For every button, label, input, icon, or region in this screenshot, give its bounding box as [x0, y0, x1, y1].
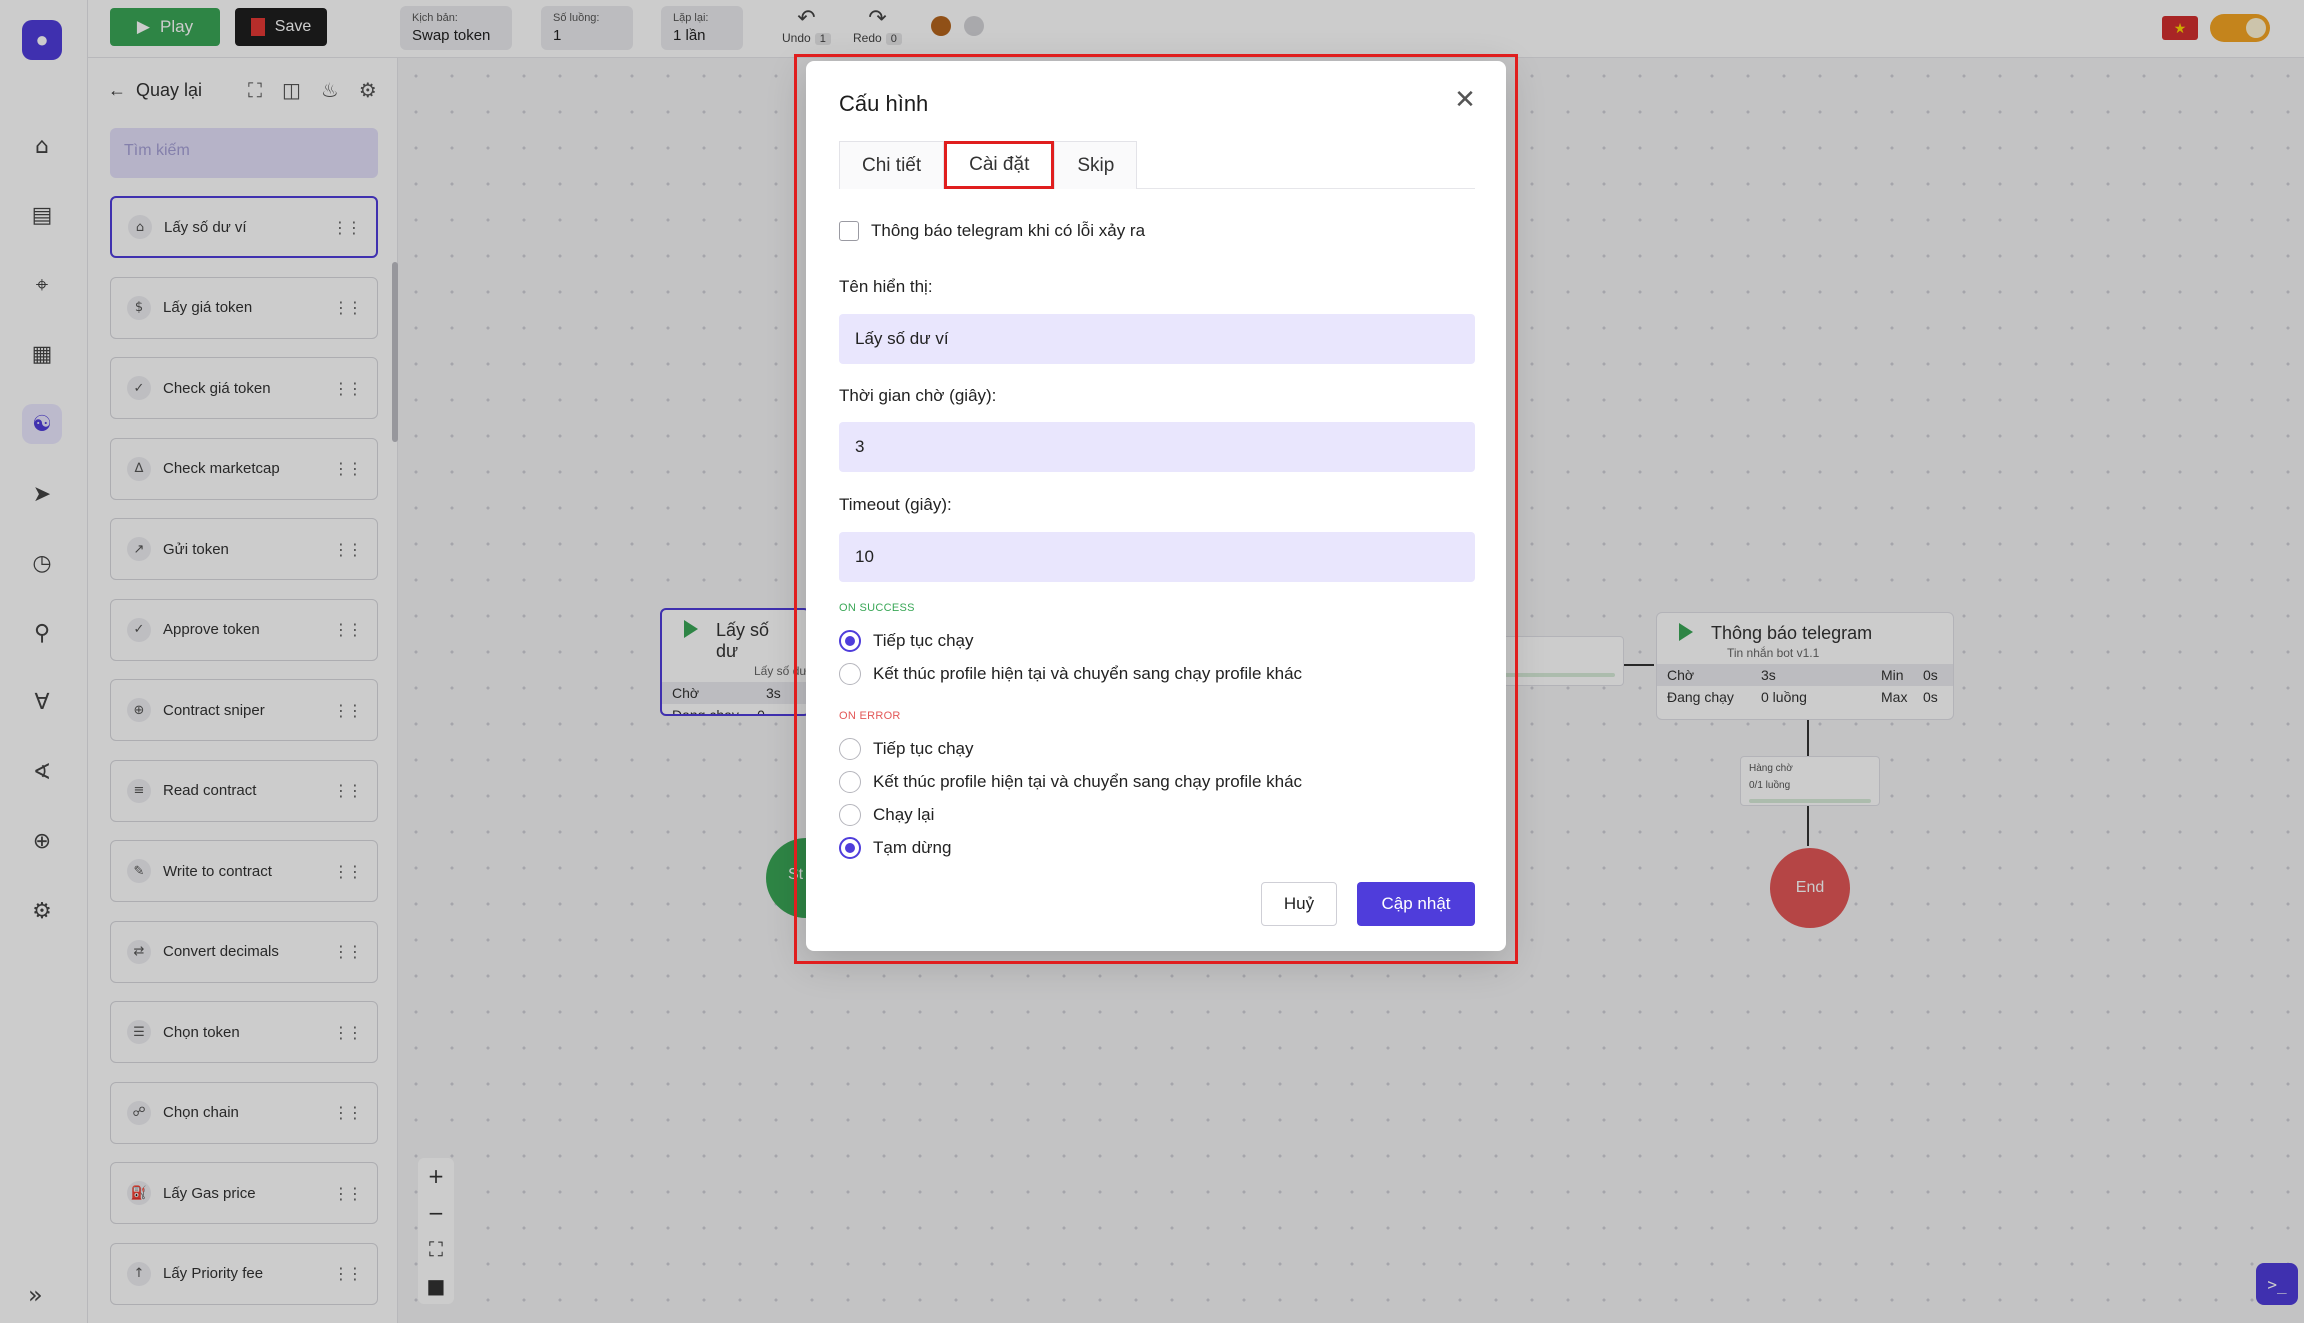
radio-button[interactable] — [839, 630, 861, 652]
on-error-pause-option[interactable]: Tạm dừng — [839, 837, 951, 859]
display-name-label: Tên hiển thị: — [839, 277, 933, 296]
telegram-error-checkbox[interactable] — [839, 221, 859, 241]
radio-button[interactable] — [839, 738, 861, 760]
wait-time-label: Thời gian chờ (giây): — [839, 386, 997, 405]
radio-label: Kết thúc profile hiện tại và chuyển sang… — [873, 772, 1303, 791]
radio-label: Chạy lại — [873, 805, 935, 824]
timeout-label: Timeout (giây): — [839, 495, 952, 514]
radio-label: Tạm dừng — [873, 838, 952, 857]
update-button[interactable]: Cập nhật — [1357, 882, 1475, 926]
modal-tabs: Chi tiết Cài đặt Skip — [839, 141, 1475, 189]
on-error-continue-option[interactable]: Tiếp tục chạy — [839, 738, 973, 760]
radio-button[interactable] — [839, 663, 861, 685]
wait-time-field[interactable] — [839, 422, 1475, 472]
config-modal: Cấu hình ✕ Chi tiết Cài đặt Skip Thông b… — [806, 61, 1506, 951]
on-success-switch-profile-option[interactable]: Kết thúc profile hiện tại và chuyển sang… — [839, 663, 1302, 685]
radio-button[interactable] — [839, 837, 861, 859]
on-error-switch-profile-option[interactable]: Kết thúc profile hiện tại và chuyển sang… — [839, 771, 1302, 793]
tab-settings[interactable]: Cài đặt — [944, 141, 1055, 189]
tab-skip[interactable]: Skip — [1054, 141, 1138, 189]
radio-button[interactable] — [839, 771, 861, 793]
telegram-error-checkbox-row[interactable]: Thông báo telegram khi có lỗi xảy ra — [839, 221, 1145, 241]
on-success-label: ON SUCCESS — [839, 602, 915, 614]
on-success-continue-option[interactable]: Tiếp tục chạy — [839, 630, 973, 652]
on-error-label: ON ERROR — [839, 710, 901, 722]
radio-label: Tiếp tục chạy — [873, 631, 974, 650]
cancel-button[interactable]: Huỷ — [1261, 882, 1337, 926]
close-icon[interactable]: ✕ — [1450, 85, 1480, 115]
radio-label: Kết thúc profile hiện tại và chuyển sang… — [873, 664, 1303, 683]
on-error-retry-option[interactable]: Chạy lại — [839, 804, 934, 826]
tab-details[interactable]: Chi tiết — [839, 141, 945, 189]
display-name-field[interactable] — [839, 314, 1475, 364]
telegram-error-label: Thông báo telegram khi có lỗi xảy ra — [871, 221, 1146, 240]
modal-title: Cấu hình — [839, 91, 929, 116]
radio-button[interactable] — [839, 804, 861, 826]
radio-label: Tiếp tục chạy — [873, 739, 974, 758]
timeout-field[interactable] — [839, 532, 1475, 582]
